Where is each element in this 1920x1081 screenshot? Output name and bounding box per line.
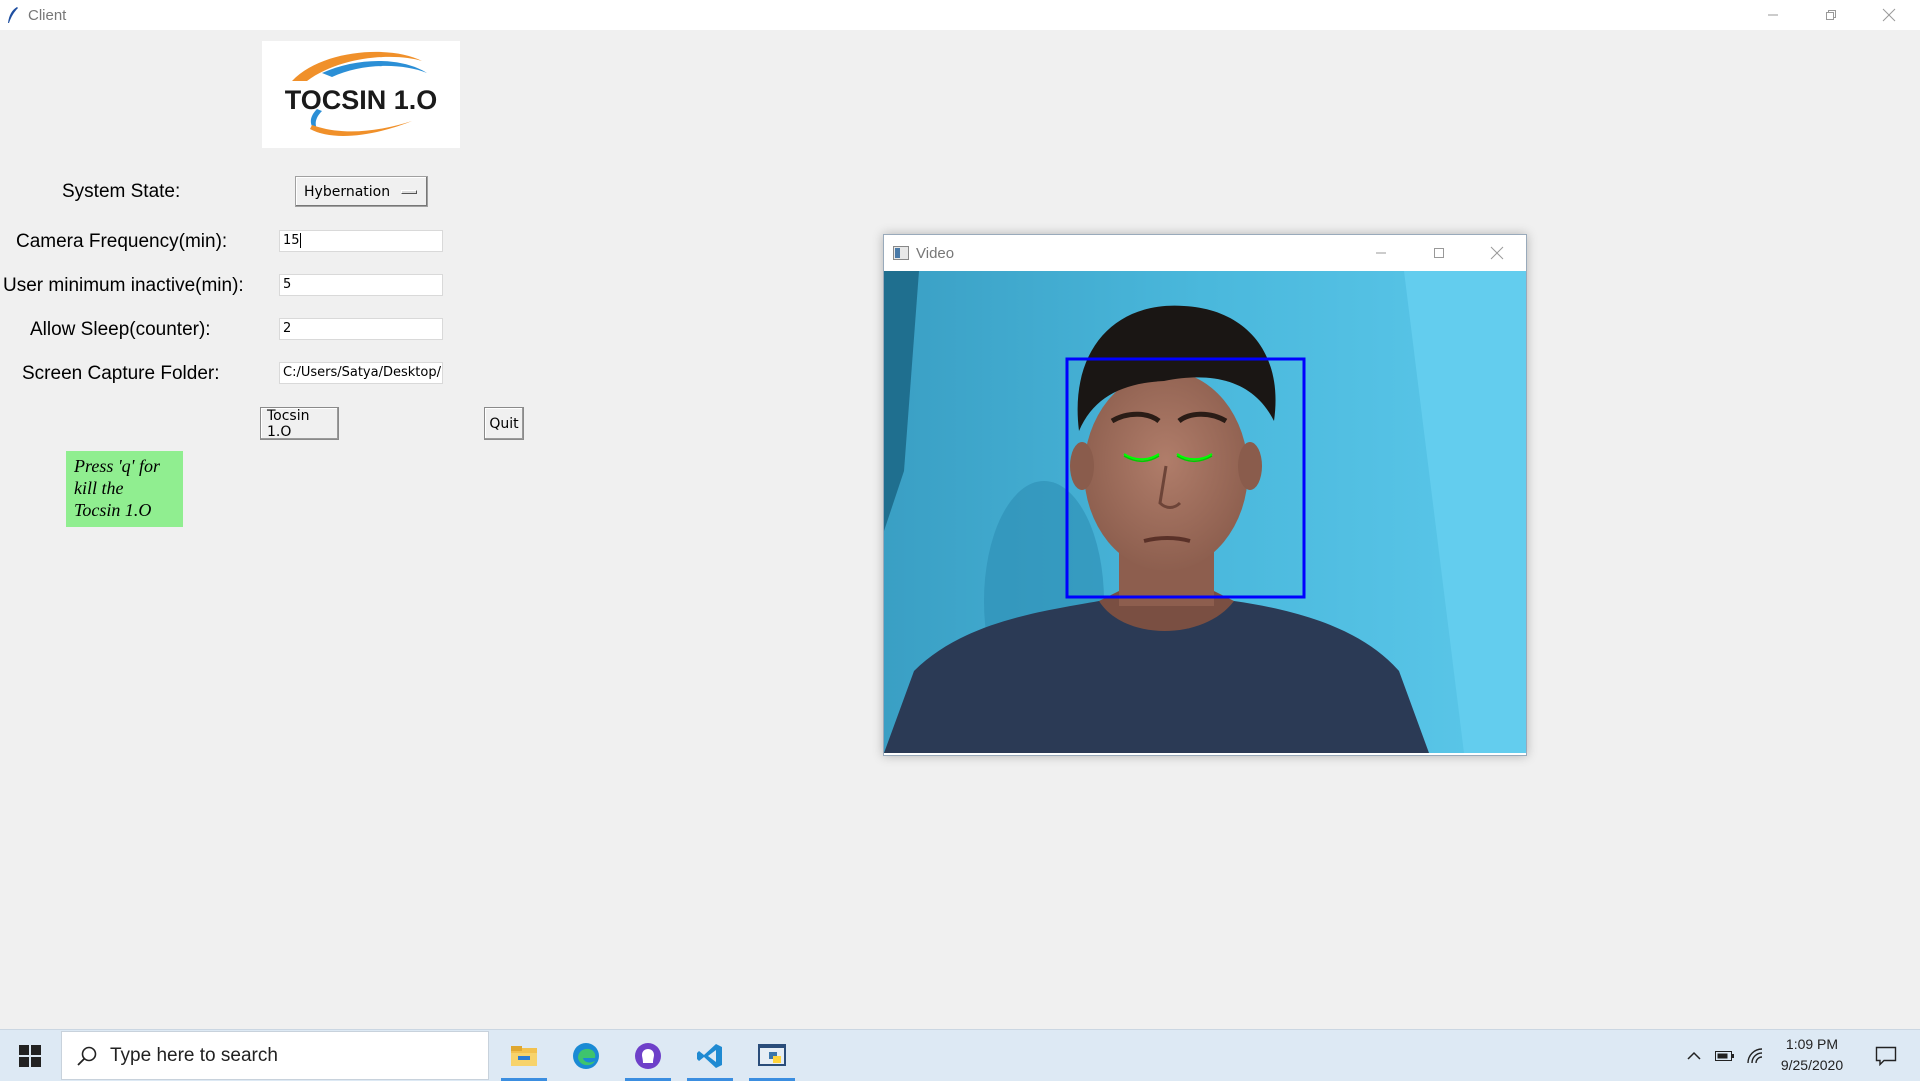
chevron-up-icon (1687, 1051, 1701, 1060)
minimize-icon (1376, 252, 1386, 254)
taskbar-search-box[interactable]: Type here to search (61, 1031, 489, 1080)
allow-sleep-value: 2 (283, 321, 292, 336)
system-state-select[interactable]: Hybernation (295, 176, 428, 207)
note-line-2: kill the (74, 478, 124, 498)
video-minimize-button[interactable] (1352, 235, 1410, 271)
start-button[interactable] (0, 1030, 60, 1081)
taskbar-clock[interactable]: 1:09 PM 9/25/2020 (1762, 1034, 1862, 1076)
system-state-value: Hybernation (304, 183, 391, 200)
battery-icon (1715, 1050, 1734, 1061)
video-title-bar[interactable]: Video (884, 235, 1526, 271)
notification-icon (1875, 1046, 1897, 1066)
show-hidden-icons-button[interactable] (1682, 1030, 1706, 1081)
maximize-icon (1434, 248, 1444, 258)
quit-button[interactable]: Quit (484, 407, 524, 440)
close-icon (1882, 8, 1896, 22)
close-button[interactable] (1860, 0, 1918, 30)
taskbar: Type here to search 1:09 PM 9/25/2020 (0, 1029, 1920, 1081)
text-cursor (299, 233, 301, 248)
video-window-icon (893, 246, 909, 260)
dropdown-indicator-icon (401, 190, 417, 194)
note-line-1: Press 'q' for (74, 456, 161, 476)
github-desktop-icon (635, 1042, 661, 1069)
user-min-inactive-input[interactable]: 5 (279, 274, 443, 296)
user-min-inactive-label: User minimum inactive(min): (3, 275, 244, 296)
webcam-frame (884, 271, 1526, 753)
taskbar-vscode[interactable] (681, 1030, 739, 1081)
allow-sleep-input[interactable]: 2 (279, 318, 443, 340)
taskbar-python-idle[interactable] (743, 1030, 801, 1081)
user-min-inactive-value: 5 (283, 277, 292, 292)
edge-icon (573, 1042, 599, 1069)
file-explorer-icon (511, 1045, 537, 1066)
minimize-button[interactable] (1744, 0, 1802, 30)
close-icon (1490, 246, 1504, 260)
screen-capture-label: Screen Capture Folder: (22, 363, 220, 384)
webcam-image (884, 271, 1526, 753)
video-window-title: Video (916, 244, 955, 262)
python-idle-icon (758, 1043, 786, 1066)
allow-sleep-label: Allow Sleep(counter): (30, 319, 211, 340)
taskbar-edge[interactable] (557, 1030, 615, 1081)
quit-hint-note: Press 'q' for kill the Tocsin 1.O (66, 451, 183, 527)
camera-frequency-value: 15 (283, 233, 300, 248)
title-bar: Client (0, 0, 1920, 30)
window-title: Client (28, 6, 67, 24)
clock-date: 9/25/2020 (1780, 1057, 1844, 1073)
logo-swoosh-icon: TOCSIN 1.O (285, 51, 438, 136)
tocsin-logo: TOCSIN 1.O (262, 41, 460, 148)
logo-text: TOCSIN 1.O (285, 85, 438, 115)
feather-icon (8, 7, 18, 23)
clock-time: 1:09 PM (1785, 1036, 1839, 1052)
restore-icon (1826, 10, 1836, 20)
system-state-label: System State: (62, 181, 181, 202)
camera-frequency-input[interactable]: 15 (279, 230, 443, 252)
tocsin-start-button[interactable]: Tocsin 1.O (260, 407, 339, 440)
battery-button[interactable] (1712, 1030, 1738, 1081)
camera-frequency-label: Camera Frequency(min): (16, 231, 228, 252)
video-window[interactable]: Video (883, 234, 1527, 756)
search-placeholder: Type here to search (110, 1044, 278, 1066)
taskbar-github-desktop[interactable] (619, 1030, 677, 1081)
video-close-button[interactable] (1468, 235, 1526, 271)
screen-capture-input[interactable]: C:/Users/Satya/Desktop/ (279, 362, 443, 384)
taskbar-file-explorer[interactable] (495, 1030, 553, 1081)
restore-button[interactable] (1802, 0, 1860, 30)
windows-logo-icon (19, 1044, 41, 1067)
search-icon (77, 1046, 97, 1066)
screen-capture-value: C:/Users/Satya/Desktop/ (283, 365, 441, 380)
note-line-3: Tocsin 1.O (74, 500, 152, 520)
video-maximize-button[interactable] (1410, 235, 1468, 271)
vscode-icon (697, 1043, 722, 1068)
minimize-icon (1768, 14, 1778, 16)
action-center-button[interactable] (1866, 1030, 1906, 1081)
